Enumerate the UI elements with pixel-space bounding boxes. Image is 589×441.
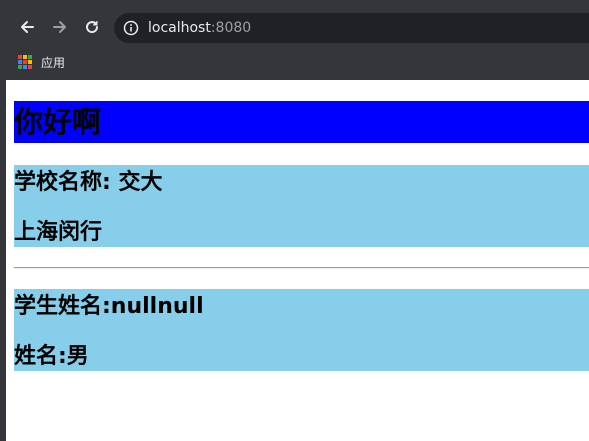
school-info-block: 学校名称: 交大 上海闵行 bbox=[14, 165, 589, 247]
browser-toolbar: localhost:8080 bbox=[0, 8, 589, 46]
apps-grid-dot bbox=[18, 55, 22, 59]
apps-grid-dot bbox=[23, 55, 27, 59]
bookmarks-bar: 应用 bbox=[0, 48, 589, 76]
back-arrow-icon bbox=[19, 19, 35, 35]
address-bar[interactable]: localhost:8080 bbox=[114, 13, 589, 43]
info-icon[interactable] bbox=[123, 20, 139, 36]
apps-label: 应用 bbox=[41, 55, 66, 70]
student-name: 学生姓名:nullnull bbox=[14, 294, 204, 319]
forward-button[interactable] bbox=[51, 18, 69, 36]
reload-button[interactable] bbox=[83, 18, 101, 36]
student-gender: 姓名:男 bbox=[14, 344, 89, 369]
forward-arrow-icon bbox=[52, 19, 68, 35]
apps-grid-dot bbox=[28, 55, 32, 59]
apps-grid-icon bbox=[18, 55, 32, 69]
heading-banner: 你好啊 bbox=[14, 101, 589, 143]
back-button[interactable] bbox=[18, 18, 36, 36]
school-name: 学校名称: 交大 bbox=[14, 170, 163, 195]
apps-grid-dot bbox=[18, 60, 22, 64]
url-text[interactable]: localhost:8080 bbox=[148, 19, 251, 37]
browser-chrome: localhost:8080 应用 bbox=[0, 0, 589, 80]
url-port: :8080 bbox=[210, 20, 252, 36]
page-heading: 你好啊 bbox=[14, 105, 102, 139]
student-info-block: 学生姓名:nullnull 姓名:男 bbox=[14, 289, 589, 371]
school-address: 上海闵行 bbox=[14, 220, 103, 245]
apps-grid-dot bbox=[23, 65, 27, 69]
apps-grid-dot bbox=[28, 60, 32, 64]
page-content: 你好啊 学校名称: 交大 上海闵行 学生姓名:nullnull 姓名:男 bbox=[6, 80, 589, 441]
url-host: localhost bbox=[148, 20, 211, 36]
reload-icon bbox=[84, 19, 100, 35]
divider bbox=[14, 267, 589, 269]
apps-grid-dot bbox=[23, 60, 27, 64]
apps-grid-dot bbox=[28, 65, 32, 69]
apps-grid-dot bbox=[18, 65, 22, 69]
bookmark-apps[interactable]: 应用 bbox=[18, 52, 65, 72]
